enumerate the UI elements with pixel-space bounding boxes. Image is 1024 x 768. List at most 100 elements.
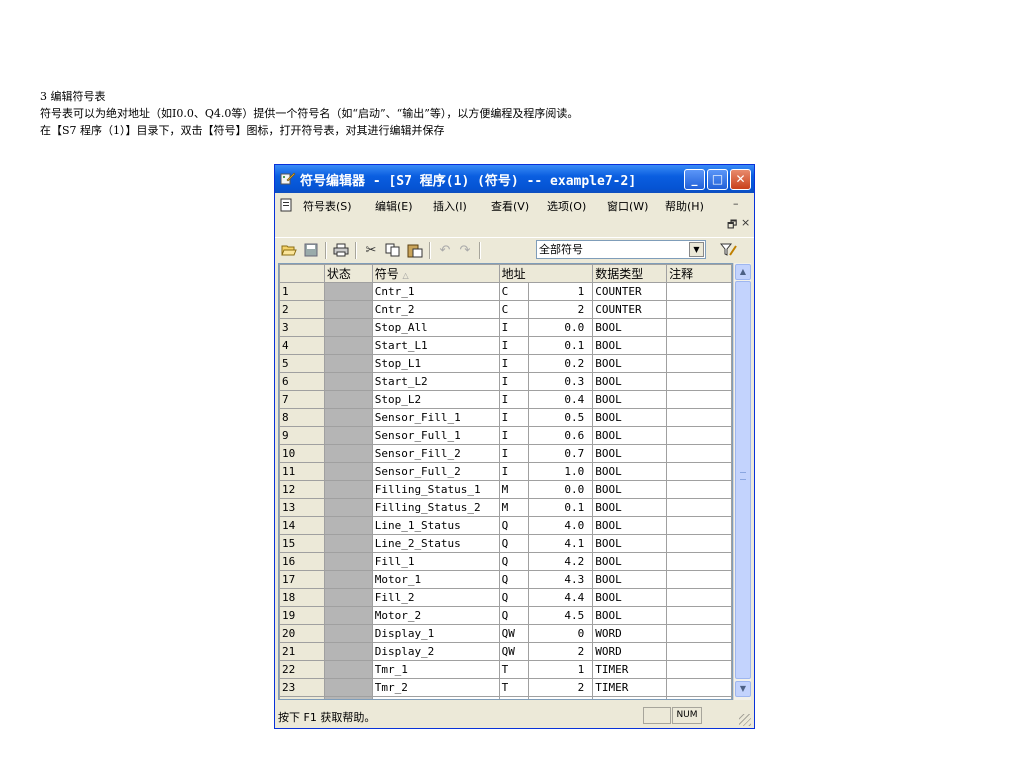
row-number[interactable]: 21 xyxy=(279,642,325,661)
address-offset-cell[interactable]: 0.5 xyxy=(527,408,594,427)
chevron-down-icon[interactable]: ▼ xyxy=(689,242,704,257)
comment-cell[interactable] xyxy=(666,354,732,373)
address-cell[interactable] xyxy=(498,696,529,699)
address-cell[interactable]: I xyxy=(498,318,529,337)
table-row[interactable]: 24 xyxy=(279,696,732,699)
address-offset-cell[interactable] xyxy=(527,696,594,699)
status-cell[interactable] xyxy=(323,516,373,535)
undo-icon[interactable]: ↶ xyxy=(435,241,455,259)
address-offset-cell[interactable]: 1 xyxy=(527,660,594,679)
row-number[interactable]: 16 xyxy=(279,552,325,571)
table-row[interactable]: 12 Filling_Status_1 M 0.0 BOOL xyxy=(279,480,732,499)
menu-symbol-table[interactable]: 符号表(S) xyxy=(303,198,352,214)
cut-icon[interactable]: ✂ xyxy=(361,241,381,259)
status-cell[interactable] xyxy=(323,480,373,499)
symbol-cell[interactable]: Tmr_2 xyxy=(371,678,500,697)
table-row[interactable]: 23 Tmr_2 T 2 TIMER xyxy=(279,678,732,697)
status-cell[interactable] xyxy=(323,318,373,337)
comment-cell[interactable] xyxy=(666,372,732,391)
address-offset-cell[interactable]: 4.0 xyxy=(527,516,594,535)
column-header-data-type[interactable]: 数据类型 xyxy=(592,264,668,283)
status-cell[interactable] xyxy=(323,426,373,445)
maximize-button[interactable]: □ xyxy=(707,168,728,190)
address-cell[interactable]: T xyxy=(498,678,529,697)
data-type-cell[interactable]: BOOL xyxy=(592,552,668,571)
row-number[interactable]: 2 xyxy=(279,300,325,319)
address-cell[interactable]: Q xyxy=(498,534,529,553)
status-cell[interactable] xyxy=(323,678,373,697)
save-icon[interactable] xyxy=(301,241,321,259)
address-cell[interactable]: M xyxy=(498,480,529,499)
table-row[interactable]: 8 Sensor_Fill_1 I 0.5 BOOL xyxy=(279,408,732,427)
address-offset-cell[interactable]: 0.7 xyxy=(527,444,594,463)
address-cell[interactable]: I xyxy=(498,354,529,373)
status-cell[interactable] xyxy=(323,588,373,607)
comment-cell[interactable] xyxy=(666,516,732,535)
address-offset-cell[interactable]: 0.3 xyxy=(527,372,594,391)
row-number[interactable]: 9 xyxy=(279,426,325,445)
comment-cell[interactable] xyxy=(666,678,732,697)
row-number[interactable]: 8 xyxy=(279,408,325,427)
status-cell[interactable] xyxy=(323,336,373,355)
comment-cell[interactable] xyxy=(666,282,732,301)
print-icon[interactable] xyxy=(331,241,351,259)
status-cell[interactable] xyxy=(323,354,373,373)
symbol-cell[interactable]: Fill_1 xyxy=(371,552,500,571)
table-row[interactable]: 11 Sensor_Full_2 I 1.0 BOOL xyxy=(279,462,732,481)
symbol-cell[interactable]: Cntr_1 xyxy=(371,282,500,301)
title-bar[interactable]: 符号编辑器 - [S7 程序(1) (符号) -- example7-2] _ … xyxy=(275,165,754,193)
address-offset-cell[interactable]: 4.2 xyxy=(527,552,594,571)
address-offset-cell[interactable]: 4.3 xyxy=(527,570,594,589)
address-offset-cell[interactable]: 0.0 xyxy=(527,318,594,337)
document-icon[interactable] xyxy=(280,198,294,212)
address-offset-cell[interactable]: 0.1 xyxy=(527,336,594,355)
table-row[interactable]: 9 Sensor_Full_1 I 0.6 BOOL xyxy=(279,426,732,445)
minimize-button[interactable]: _ xyxy=(684,168,705,190)
comment-cell[interactable] xyxy=(666,444,732,463)
table-row[interactable]: 2 Cntr_2 C 2 COUNTER xyxy=(279,300,732,319)
symbol-cell[interactable] xyxy=(371,696,500,699)
address-offset-cell[interactable]: 0.2 xyxy=(527,354,594,373)
comment-cell[interactable] xyxy=(666,660,732,679)
symbol-cell[interactable]: Filling_Status_2 xyxy=(371,498,500,517)
filter-select[interactable]: 全部符号 ▼ xyxy=(536,240,706,259)
symbol-cell[interactable]: Motor_1 xyxy=(371,570,500,589)
table-row[interactable]: 15 Line_2_Status Q 4.1 BOOL xyxy=(279,534,732,553)
vertical-scrollbar[interactable]: ▲ ▼ xyxy=(733,263,751,700)
address-cell[interactable]: I xyxy=(498,372,529,391)
data-type-cell[interactable]: TIMER xyxy=(592,660,668,679)
symbol-cell[interactable]: Tmr_1 xyxy=(371,660,500,679)
symbol-cell[interactable]: Start_L2 xyxy=(371,372,500,391)
address-offset-cell[interactable]: 4.5 xyxy=(527,606,594,625)
comment-cell[interactable] xyxy=(666,624,732,643)
comment-cell[interactable] xyxy=(666,498,732,517)
status-cell[interactable] xyxy=(323,552,373,571)
data-type-cell[interactable]: BOOL xyxy=(592,372,668,391)
symbol-cell[interactable]: Filling_Status_1 xyxy=(371,480,500,499)
status-cell[interactable] xyxy=(323,408,373,427)
row-number[interactable]: 12 xyxy=(279,480,325,499)
data-type-cell[interactable]: BOOL xyxy=(592,606,668,625)
row-number[interactable]: 6 xyxy=(279,372,325,391)
address-offset-cell[interactable]: 0.6 xyxy=(527,426,594,445)
comment-cell[interactable] xyxy=(666,534,732,553)
address-cell[interactable]: QW xyxy=(498,624,529,643)
row-number[interactable]: 18 xyxy=(279,588,325,607)
menu-options[interactable]: 选项(O) xyxy=(547,198,586,214)
symbol-cell[interactable]: Sensor_Fill_1 xyxy=(371,408,500,427)
table-row[interactable]: 21 Display_2 QW 2 WORD xyxy=(279,642,732,661)
address-offset-cell[interactable]: 4.1 xyxy=(527,534,594,553)
address-cell[interactable]: Q xyxy=(498,552,529,571)
address-cell[interactable]: I xyxy=(498,336,529,355)
symbol-cell[interactable]: Line_1_Status xyxy=(371,516,500,535)
comment-cell[interactable] xyxy=(666,462,732,481)
comment-cell[interactable] xyxy=(666,696,732,699)
copy-icon[interactable] xyxy=(383,241,403,259)
row-number[interactable]: 13 xyxy=(279,498,325,517)
row-number[interactable]: 4 xyxy=(279,336,325,355)
resize-grip[interactable] xyxy=(739,714,751,726)
status-cell[interactable] xyxy=(323,570,373,589)
status-cell[interactable] xyxy=(323,462,373,481)
address-cell[interactable]: Q xyxy=(498,516,529,535)
row-number[interactable]: 10 xyxy=(279,444,325,463)
